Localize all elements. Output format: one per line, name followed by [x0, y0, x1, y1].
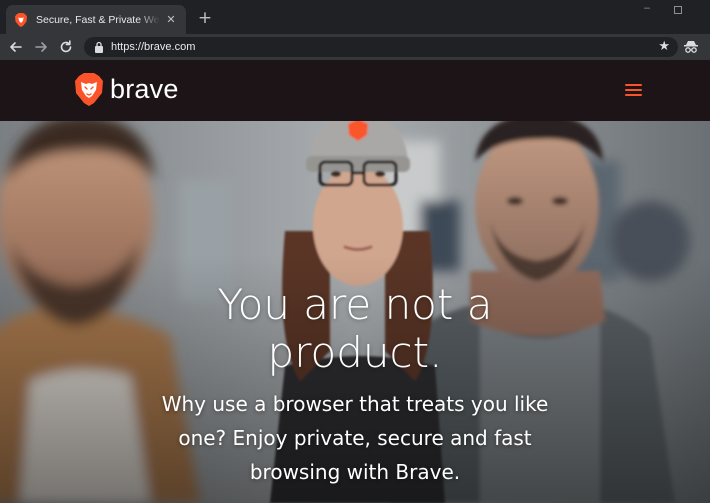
hamburger-menu-icon[interactable]: [625, 84, 642, 97]
tab-title: Secure, Fast & Private Web Browser with …: [36, 13, 160, 26]
brave-logo-link[interactable]: brave: [75, 73, 179, 106]
maximize-window-icon[interactable]: [671, 2, 685, 17]
brave-lion-icon: [75, 73, 103, 106]
hero-subheading-line3: browsing with Brave.: [249, 460, 461, 484]
browser-toolbar: https://brave.com ★: [0, 34, 710, 60]
hero-headline-line2: product.: [267, 328, 443, 377]
close-tab-icon[interactable]: ✕: [164, 13, 178, 26]
hero-subheading: Why use a browser that treats you like o…: [130, 387, 580, 489]
hero-subheading-line2: one? Enjoy private, secure and fast: [178, 426, 532, 450]
incognito-extension-icon[interactable]: [683, 39, 699, 55]
reload-button[interactable]: [57, 38, 75, 56]
active-tab[interactable]: Secure, Fast & Private Web Browser with …: [6, 5, 186, 34]
hero-section: You are not a product. Why use a browser…: [0, 121, 710, 503]
back-button[interactable]: [7, 38, 25, 56]
bookmark-star-icon[interactable]: ★: [658, 39, 670, 54]
arrow-left-icon: [10, 42, 22, 52]
address-bar[interactable]: https://brave.com ★: [84, 37, 678, 57]
brave-lion-icon: [15, 12, 27, 27]
forward-button[interactable]: [32, 38, 50, 56]
arrow-right-icon: [35, 42, 47, 52]
brand-wordmark: brave: [110, 74, 179, 104]
web-page: brave You are not a product. Why use a b…: [0, 60, 710, 503]
new-tab-button[interactable]: +: [196, 8, 214, 28]
url-text: https://brave.com: [111, 41, 196, 53]
lock-icon: [95, 41, 103, 53]
hero-subheading-line1: Why use a browser that treats you like: [161, 392, 549, 416]
hero-headline: You are not a product.: [0, 281, 710, 377]
tab-strip: Secure, Fast & Private Web Browser with …: [0, 0, 710, 34]
reload-icon: [60, 40, 72, 53]
hero-headline-line1: You are not a: [217, 280, 493, 329]
minimize-window-icon[interactable]: ‒: [640, 1, 654, 14]
site-header: brave: [0, 60, 710, 121]
